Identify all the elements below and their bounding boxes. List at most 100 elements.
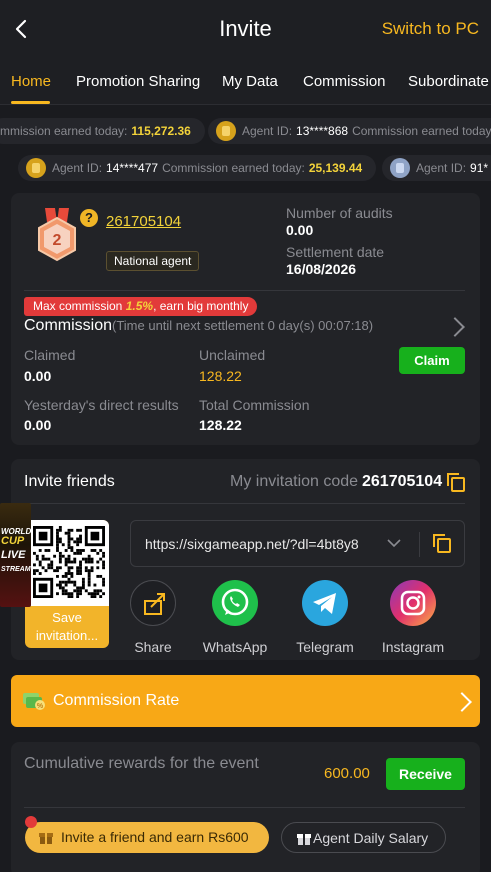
save-invitation-card[interactable]: Save invitation... — [25, 520, 109, 648]
commission-rate-bar[interactable]: % Commission Rate — [11, 675, 480, 727]
agent-daily-salary-label: Agent Daily Salary — [313, 830, 429, 846]
ticker-row-1: mmission earned today: 115,272.36 Agent … — [0, 118, 491, 148]
medal-icon — [390, 158, 410, 178]
copy-link-icon[interactable] — [433, 534, 451, 553]
money-icon: % — [23, 693, 45, 710]
invite-divider — [24, 503, 465, 504]
invite-earn-label: Invite a friend and earn Rs600 — [61, 829, 249, 845]
invite-friends-title: Invite friends — [24, 473, 115, 490]
audits-value: 0.00 — [286, 222, 314, 238]
gift-icon — [39, 833, 53, 844]
whatsapp-button[interactable]: WhatsApp — [195, 580, 275, 655]
commission-subtitle: (Time until next settlement 0 day(s) 00:… — [112, 318, 373, 333]
whatsapp-label: WhatsApp — [202, 639, 268, 655]
copy-code-icon[interactable] — [447, 473, 465, 492]
tab-commission[interactable]: Commission — [303, 73, 386, 90]
notification-dot — [25, 816, 37, 828]
settlement-countdown: 0 day(s) 00:07:18) — [267, 318, 374, 333]
cumulative-rewards-value: 600.00 — [324, 765, 370, 782]
ticker-agent-id: 14****477 — [106, 161, 159, 175]
medal-icon — [26, 158, 46, 178]
link-separator — [419, 532, 420, 557]
claimed-label: Claimed — [24, 347, 76, 363]
ticker-item: mmission earned today: 115,272.36 — [0, 118, 205, 144]
ticker-label: Commission earned today: — [352, 124, 491, 138]
save-invitation-label: Save invitation... — [35, 610, 99, 643]
tab-promotion-sharing[interactable]: Promotion Sharing — [76, 73, 200, 90]
ticker-label: Agent ID: — [416, 161, 467, 175]
invite-link-text: https://sixgameapp.net/?dl=4bt8y8 — [145, 536, 359, 552]
tab-bar: Home Promotion Sharing My Data Commissio… — [0, 58, 491, 105]
ticker-agent-id: 13****868 — [296, 124, 349, 138]
world-cup-stream-ad[interactable]: WORLD CUP LIVE STREAM — [0, 503, 31, 607]
switch-to-pc-link[interactable]: Switch to PC — [382, 19, 479, 39]
ticker-label: Agent ID: — [52, 161, 103, 175]
level-number: 2 — [53, 232, 62, 249]
level-medal-icon: 2 — [38, 208, 76, 262]
total-commission-value: 128.22 — [199, 417, 242, 433]
invite-earn-pill[interactable]: Invite a friend and earn Rs600 — [25, 822, 269, 853]
level-help-icon[interactable]: ? — [80, 209, 98, 227]
ticker-amount: 25,139.44 — [308, 161, 363, 175]
share-label: Share — [134, 639, 172, 655]
tab-subordinate[interactable]: Subordinate — [408, 73, 489, 90]
rewards-divider — [24, 807, 465, 808]
telegram-icon — [302, 580, 348, 626]
yesterday-results-value: 0.00 — [24, 417, 52, 433]
instagram-icon — [390, 580, 436, 626]
ticker-row-2: Agent ID: 14****477 Commission earned to… — [0, 155, 491, 185]
qr-code-icon — [33, 526, 105, 598]
medal-icon — [216, 121, 236, 141]
ticker-label: Commission earned today: — [162, 161, 305, 175]
claimed-value: 0.00 — [24, 368, 52, 384]
agent-id-link[interactable]: 261705104 — [106, 213, 181, 230]
claim-button[interactable]: Claim — [399, 347, 465, 374]
telegram-label: Telegram — [296, 639, 354, 655]
promo-prefix: Max commission — [33, 299, 123, 313]
settlement-value: 16/08/2026 — [286, 261, 357, 277]
share-button[interactable]: Share — [113, 580, 193, 655]
total-commission-label: Total Commission — [199, 397, 310, 413]
receive-button[interactable]: Receive — [386, 758, 465, 790]
settlement-countdown-label: (Time until next settlement — [112, 318, 264, 333]
ticker-item: Agent ID: 13****868 Commission earned to… — [208, 118, 491, 144]
unclaimed-value: 128.22 — [199, 368, 242, 384]
whatsapp-icon — [212, 580, 258, 626]
svg-text:%: % — [37, 703, 44, 710]
promo-suffix: , earn big monthly — [153, 299, 249, 313]
instagram-label: Instagram — [381, 639, 445, 655]
settlement-label: Settlement date — [286, 244, 385, 260]
invite-link-field[interactable]: https://sixgameapp.net/?dl=4bt8y8 — [130, 520, 465, 567]
audits-label: Number of audits — [286, 205, 393, 221]
ad-text: LIVE — [1, 549, 26, 561]
ticker-agent-id: 91* — [470, 161, 489, 175]
invitation-code: 261705104 — [362, 473, 443, 490]
commission-title: Commission — [24, 317, 113, 334]
active-tab-indicator — [11, 101, 50, 104]
ad-text: STREAM — [1, 566, 31, 573]
ticker-amount: 115,272.36 — [131, 124, 191, 138]
ticker-item: Agent ID: 14****477 Commission earned to… — [18, 155, 377, 181]
tab-home[interactable]: Home — [11, 73, 51, 90]
ticker-item: Agent ID: 91* — [382, 155, 491, 181]
tab-my-data[interactable]: My Data — [222, 73, 278, 90]
ticker-label: Agent ID: — [242, 124, 293, 138]
agent-level-badge: National agent — [106, 251, 200, 271]
yesterday-results-label: Yesterday's direct results — [24, 397, 179, 413]
agent-daily-salary-pill[interactable]: Agent Daily Salary — [281, 822, 446, 853]
chevron-right-icon — [452, 692, 472, 712]
ad-text: CUP — [1, 535, 25, 547]
gift-icon — [297, 834, 311, 845]
share-icon — [130, 580, 176, 626]
invitation-code-label: My invitation code — [230, 473, 359, 490]
chevron-down-icon[interactable] — [387, 538, 401, 548]
promo-percentage: 1.5% — [125, 299, 154, 313]
instagram-button[interactable]: Instagram — [373, 580, 453, 655]
ticker-label: mmission earned today: — [0, 124, 128, 138]
cumulative-rewards-label: Cumulative rewards for the event — [24, 755, 259, 772]
card-divider — [24, 290, 465, 291]
unclaimed-label: Unclaimed — [199, 347, 266, 363]
max-commission-banner: Max commission 1.5%, earn big monthly — [24, 297, 258, 316]
top-bar: Invite Switch to PC — [0, 0, 491, 58]
telegram-button[interactable]: Telegram — [285, 580, 365, 655]
